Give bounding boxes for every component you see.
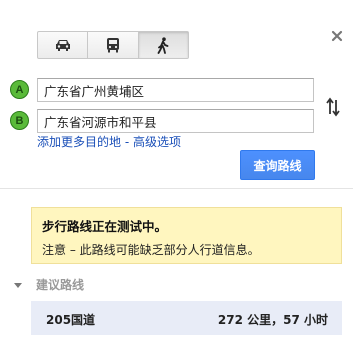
car-icon <box>55 40 70 51</box>
warning-title: 步行路线正在测试中。 <box>42 219 168 234</box>
close-icon[interactable] <box>330 29 344 43</box>
route-name: 205国道 <box>46 313 96 327</box>
options-links: 添加更多目的地 - 高级选项 <box>37 133 181 150</box>
advanced-options-link[interactable]: 高级选项 <box>133 135 181 149</box>
get-directions-button[interactable]: 查询路线 <box>240 150 315 180</box>
warning-text: 注意 – 此路线可能缺乏部分人行道信息。 <box>42 243 260 257</box>
walking-icon <box>157 36 169 54</box>
travel-mode-selector <box>37 31 189 59</box>
suggested-routes-label: 建议路线 <box>36 278 85 292</box>
divider <box>0 188 353 189</box>
walking-beta-warning: 步行路线正在测试中。 注意 – 此路线可能缺乏部分人行道信息。 <box>31 207 342 264</box>
mode-transit-button[interactable] <box>88 32 139 58</box>
destination-input[interactable] <box>37 109 314 133</box>
chevron-down-icon <box>14 283 22 288</box>
marker-b: B <box>10 111 29 130</box>
transit-icon <box>106 38 119 53</box>
mode-walking-button[interactable] <box>138 32 188 58</box>
mode-driving-button[interactable] <box>38 32 89 58</box>
link-separator: - <box>121 135 133 149</box>
origin-input[interactable] <box>37 78 314 102</box>
marker-a: A <box>10 80 29 99</box>
suggested-routes-toggle[interactable]: 建议路线 <box>14 276 84 293</box>
route-distance-time: 272 公里，57 小时 <box>217 313 328 327</box>
route-option[interactable]: 205国道 272 公里，57 小时 <box>31 301 342 335</box>
add-destination-link[interactable]: 添加更多目的地 <box>37 135 121 149</box>
swap-waypoints-icon[interactable] <box>323 94 343 120</box>
